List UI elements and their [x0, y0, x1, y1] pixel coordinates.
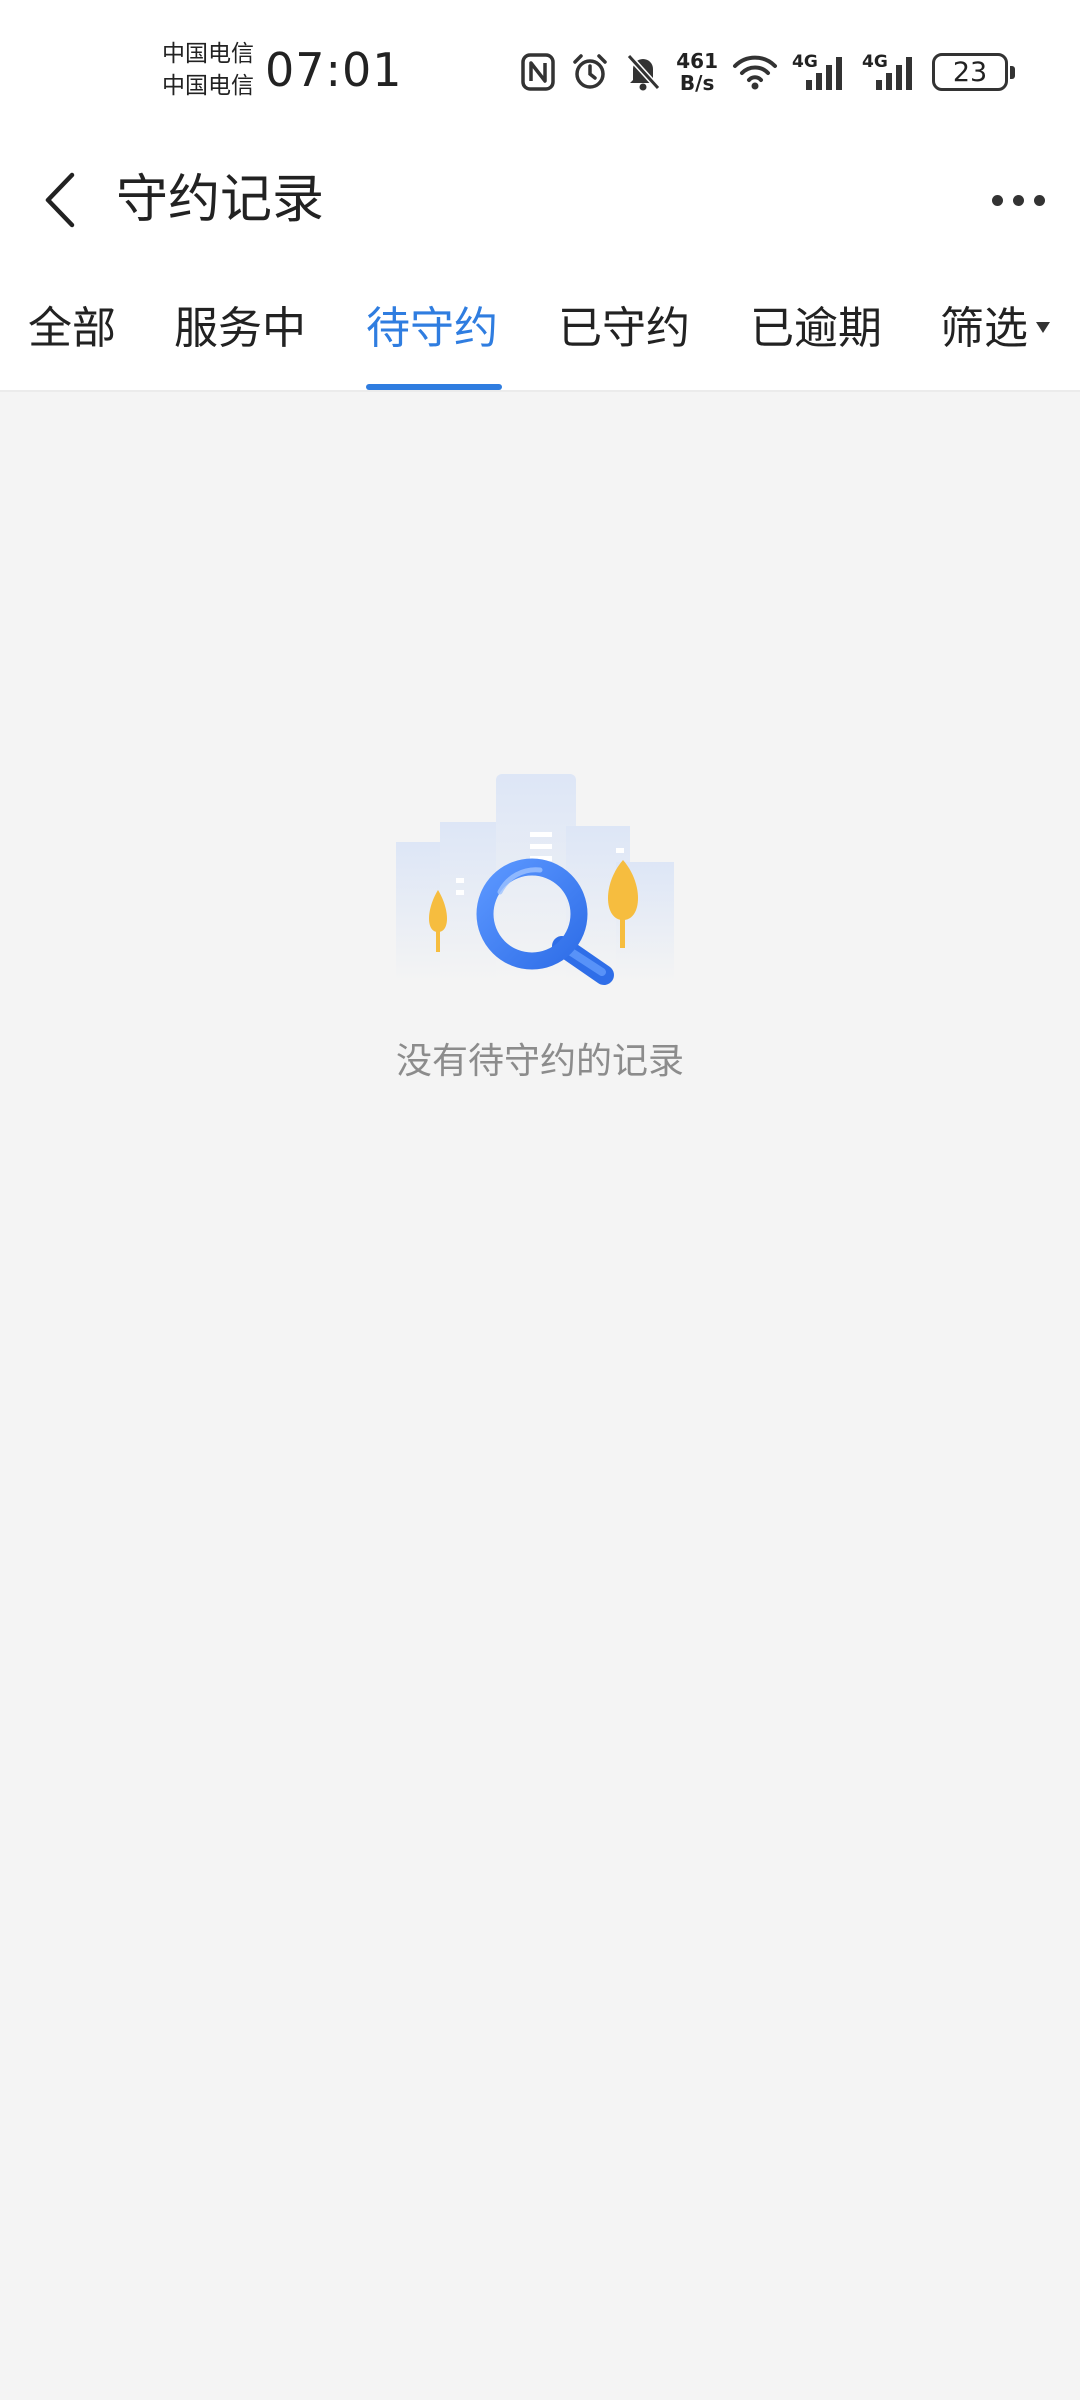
status-icons: 461 B/s 4G 4G 23 [520, 48, 1015, 96]
wifi-icon [733, 55, 777, 90]
empty-message: 没有待守约的记录 [395, 1041, 684, 1082]
nfc-icon [521, 53, 555, 91]
tab-in-service[interactable]: 服务中 [174, 300, 306, 370]
signal-icon: 4G [792, 52, 848, 92]
more-dot [1033, 194, 1045, 206]
filter-label: 筛选 [940, 303, 1028, 354]
carrier-1: 中国电信 [162, 41, 254, 67]
status-tabs: 全部 服务中 待守约 已守约 已逾期 筛选 [0, 260, 1080, 392]
empty-search-illustration [396, 774, 674, 985]
top-nav-bar: 守约记录 [0, 140, 1080, 260]
mute-icon [627, 53, 661, 91]
signal-icon: 4G [862, 52, 918, 92]
carrier-labels: 中国电信 中国电信 [162, 40, 254, 100]
net-speed-unit: B/s [679, 71, 715, 95]
dropdown-arrow-icon [1036, 321, 1050, 333]
battery-icon: 23 [932, 53, 1015, 91]
net-speed-value: 461 [676, 49, 718, 73]
tab-overdue[interactable]: 已逾期 [750, 300, 882, 370]
more-button[interactable] [982, 170, 1054, 230]
clock: 07:01 [265, 43, 403, 97]
active-tab-indicator [366, 384, 502, 390]
back-button[interactable] [24, 162, 96, 238]
tab-filter[interactable]: 筛选 [940, 300, 1050, 370]
tab-kept[interactable]: 已守约 [558, 300, 690, 370]
carrier-2: 中国电信 [162, 73, 254, 99]
net-speed: 461 B/s [676, 50, 718, 94]
empty-state: 没有待守约的记录 [0, 760, 1080, 1100]
more-dot [1012, 194, 1024, 206]
back-chevron-icon [45, 172, 75, 228]
page-title: 守约记录 [116, 170, 325, 230]
more-dots-icon [991, 194, 1003, 206]
battery-level: 23 [952, 56, 988, 88]
alarm-icon [573, 54, 607, 89]
status-bar: 中国电信 中国电信 07:01 461 B/s 4G 4G 23 [0, 0, 1080, 140]
tab-all[interactable]: 全部 [28, 300, 116, 370]
tab-pending[interactable]: 待守约 [366, 300, 498, 370]
